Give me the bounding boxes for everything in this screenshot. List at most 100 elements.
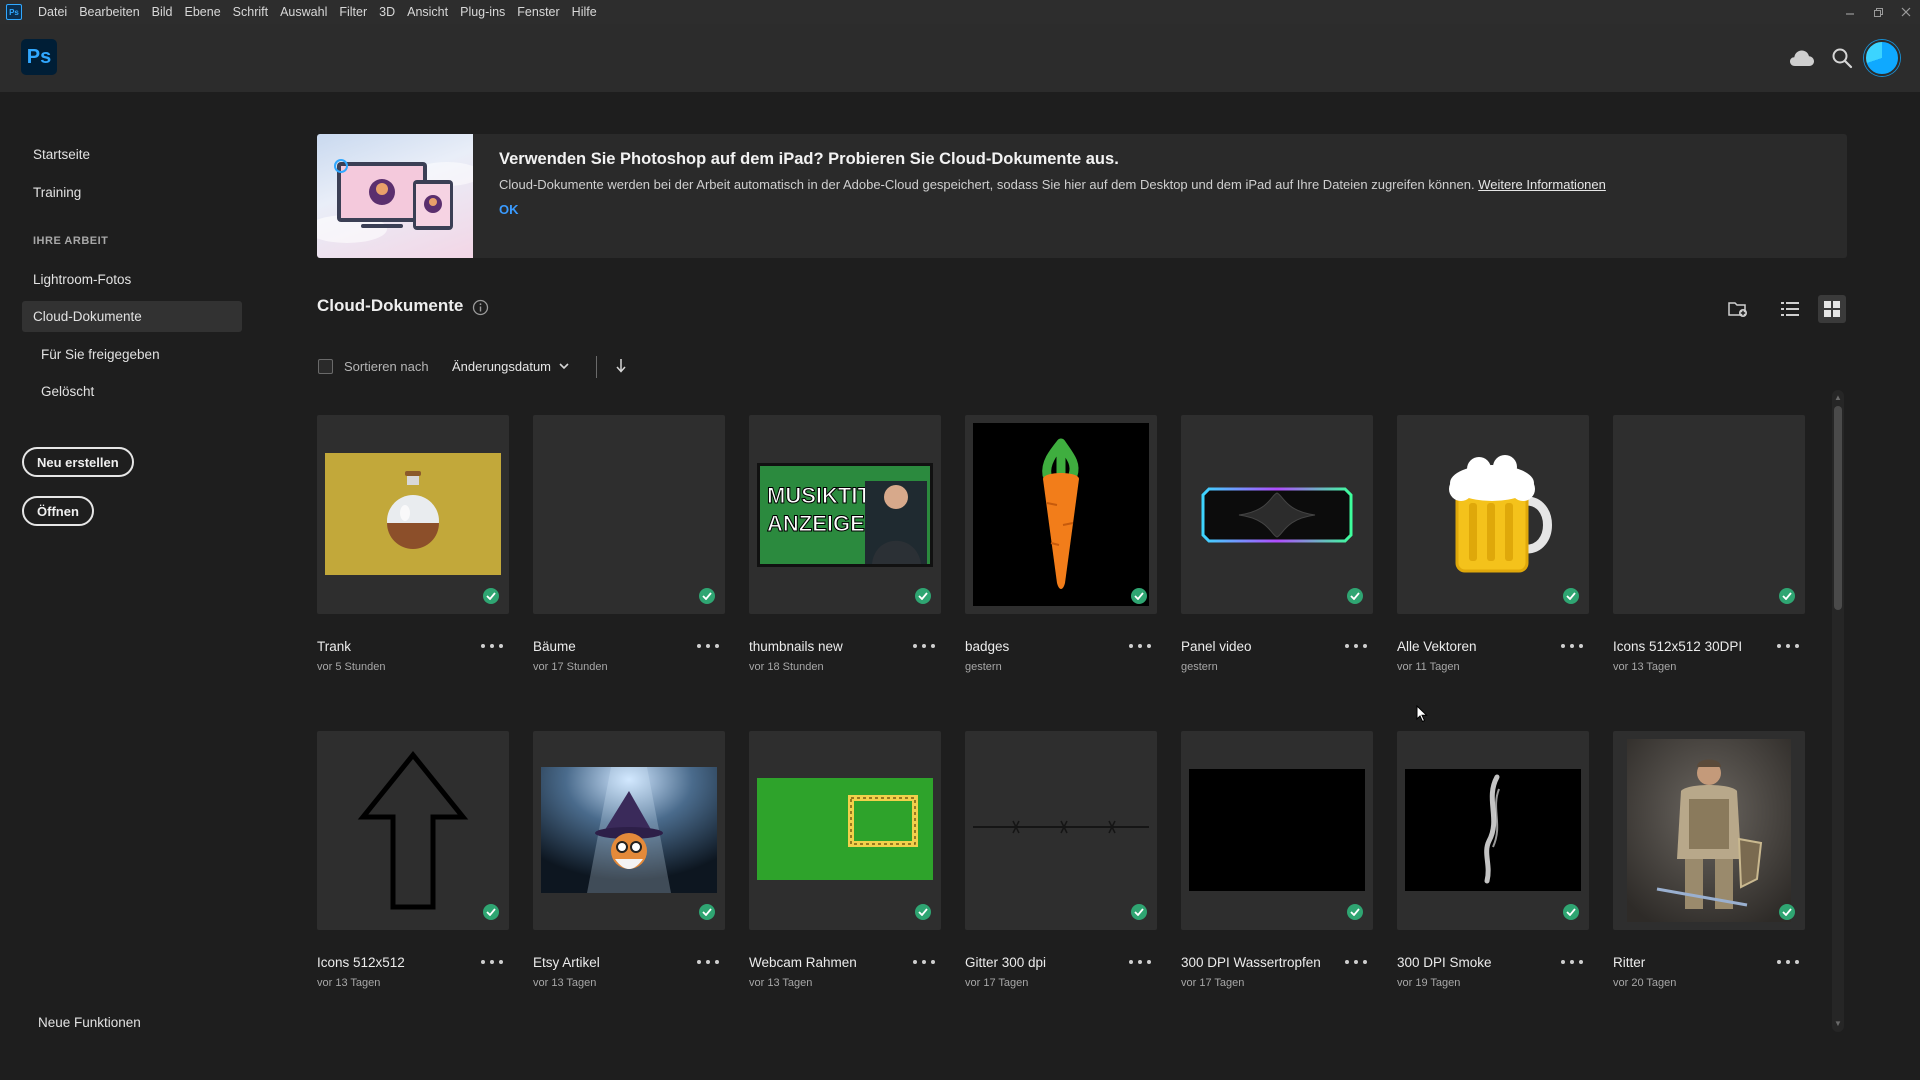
banner-ok-button[interactable]: OK — [499, 202, 519, 217]
app-header: Ps — [0, 24, 1920, 92]
photoshop-logo[interactable]: Ps — [21, 39, 57, 75]
sort-direction-arrow-icon[interactable] — [614, 356, 628, 376]
document-thumbnail[interactable] — [1613, 415, 1805, 614]
sidebar-item-deleted[interactable]: Gelöscht — [22, 376, 242, 407]
synced-check-icon — [699, 904, 715, 920]
thumb-text-2: ANZEIGEN — [767, 511, 881, 536]
synced-check-icon — [915, 588, 931, 604]
synced-check-icon — [1347, 588, 1363, 604]
document-thumbnail[interactable] — [533, 731, 725, 930]
scroll-down-icon[interactable]: ▼ — [1834, 1020, 1842, 1028]
more-options-icon[interactable] — [913, 955, 935, 969]
more-options-icon[interactable] — [481, 955, 503, 969]
more-options-icon[interactable] — [697, 639, 719, 653]
menu-bild[interactable]: Bild — [146, 0, 179, 24]
more-options-icon[interactable] — [1129, 955, 1151, 969]
info-icon[interactable] — [472, 299, 489, 316]
document-name: Trank — [317, 639, 352, 654]
document-thumbnail[interactable] — [965, 731, 1157, 930]
document-name: Icons 512x512 30DPI — [1613, 639, 1743, 654]
synced-check-icon — [1563, 904, 1579, 920]
menu-ansicht[interactable]: Ansicht — [401, 0, 454, 24]
cloud-icon[interactable] — [1786, 42, 1818, 74]
document-thumbnail[interactable] — [533, 415, 725, 614]
document-name: Alle Vektoren — [1397, 639, 1477, 654]
sort-divider — [596, 356, 597, 378]
more-options-icon[interactable] — [1561, 639, 1583, 653]
document-date: vor 13 Tagen — [749, 977, 813, 989]
sidebar-section-heading: IHRE ARBEIT — [33, 235, 109, 247]
minimize-icon[interactable] — [1836, 0, 1864, 24]
document-name: thumbnails new — [749, 639, 843, 654]
more-options-icon[interactable] — [913, 639, 935, 653]
document-date: vor 17 Tagen — [965, 977, 1029, 989]
menu-fenster[interactable]: Fenster — [511, 0, 565, 24]
menu-hilfe[interactable]: Hilfe — [566, 0, 603, 24]
document-thumbnail[interactable] — [1397, 415, 1589, 614]
app-badge-icon: Ps — [6, 4, 22, 20]
more-options-icon[interactable] — [1129, 639, 1151, 653]
document-name: Webcam Rahmen — [749, 955, 857, 970]
new-document-button[interactable]: Neu erstellen — [22, 447, 134, 477]
sidebar-item-training[interactable]: Training — [22, 177, 242, 208]
document-thumbnail[interactable] — [749, 731, 941, 930]
document-date: gestern — [1181, 661, 1218, 673]
document-name: 300 DPI Smoke — [1397, 955, 1492, 970]
learn-more-link[interactable]: Weitere Informationen — [1478, 177, 1606, 192]
select-all-checkbox[interactable] — [318, 359, 333, 374]
menubar: Ps Datei Bearbeiten Bild Ebene Schrift A… — [0, 0, 1920, 24]
synced-check-icon — [1131, 588, 1147, 604]
sort-label: Sortieren nach — [344, 359, 429, 374]
synced-check-icon — [699, 588, 715, 604]
document-date: vor 17 Stunden — [533, 661, 608, 673]
document-thumbnail[interactable] — [1181, 731, 1373, 930]
close-icon[interactable] — [1892, 0, 1920, 24]
more-options-icon[interactable] — [1777, 639, 1799, 653]
menu-ebene[interactable]: Ebene — [179, 0, 227, 24]
more-options-icon[interactable] — [1345, 639, 1367, 653]
document-thumbnail[interactable] — [317, 731, 509, 930]
menu-datei[interactable]: Datei — [32, 0, 73, 24]
document-thumbnail[interactable]: MUSIKTITEL ANZEIGEN — [749, 415, 941, 614]
more-options-icon[interactable] — [1345, 955, 1367, 969]
document-thumbnail[interactable] — [1613, 731, 1805, 930]
grid-view-icon[interactable] — [1818, 295, 1846, 323]
document-name: badges — [965, 639, 1010, 654]
document-name: Icons 512x512 — [317, 955, 405, 970]
more-options-icon[interactable] — [1777, 955, 1799, 969]
sort-dropdown[interactable]: Änderungsdatum — [452, 359, 569, 374]
menu-3d[interactable]: 3D — [373, 0, 401, 24]
sidebar-item-home[interactable]: Startseite — [22, 139, 242, 170]
synced-check-icon — [483, 904, 499, 920]
sidebar: Startseite Training IHRE ARBEIT Lightroo… — [0, 92, 262, 1080]
sidebar-item-shared[interactable]: Für Sie freigegeben — [22, 339, 242, 370]
sidebar-item-lightroom[interactable]: Lightroom-Fotos — [22, 264, 242, 295]
menu-auswahl[interactable]: Auswahl — [274, 0, 333, 24]
scrollbar-thumb[interactable] — [1834, 406, 1842, 610]
document-thumbnail[interactable] — [1397, 731, 1589, 930]
page-title: Cloud-Dokumente — [317, 296, 464, 315]
more-options-icon[interactable] — [697, 955, 719, 969]
open-button[interactable]: Öffnen — [22, 496, 94, 526]
avatar[interactable] — [1864, 40, 1900, 76]
document-thumbnail[interactable] — [1181, 415, 1373, 614]
search-icon[interactable] — [1826, 42, 1858, 74]
synced-check-icon — [1347, 904, 1363, 920]
sidebar-item-cloud-docs[interactable]: Cloud-Dokumente — [22, 301, 242, 332]
more-options-icon[interactable] — [1561, 955, 1583, 969]
document-thumbnail[interactable] — [317, 415, 509, 614]
new-folder-icon[interactable] — [1724, 295, 1752, 323]
sidebar-item-whats-new[interactable]: Neue Funktionen — [22, 1007, 242, 1038]
scrollbar[interactable]: ▲ ▼ — [1832, 390, 1844, 1032]
menu-schrift[interactable]: Schrift — [227, 0, 274, 24]
menu-bearbeiten[interactable]: Bearbeiten — [73, 0, 145, 24]
menu-plugins[interactable]: Plug-ins — [454, 0, 511, 24]
more-options-icon[interactable] — [481, 639, 503, 653]
synced-check-icon — [1779, 904, 1795, 920]
list-view-icon[interactable] — [1776, 295, 1804, 323]
restore-icon[interactable] — [1864, 0, 1892, 24]
document-date: vor 13 Tagen — [317, 977, 381, 989]
document-thumbnail[interactable] — [965, 415, 1157, 614]
scroll-up-icon[interactable]: ▲ — [1834, 394, 1842, 402]
menu-filter[interactable]: Filter — [333, 0, 373, 24]
